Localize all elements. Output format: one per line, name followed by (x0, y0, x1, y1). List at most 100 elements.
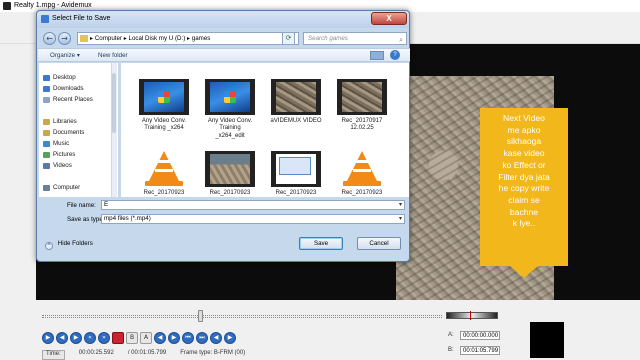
marker-a-icon[interactable] (112, 332, 124, 344)
dialog-fields: File name: E ▾ Save as type: mp4 files (… (39, 199, 407, 229)
vlc-icon (139, 151, 189, 187)
forward-arrow-icon[interactable]: → (58, 32, 71, 45)
file-name-line: 12.02.25 (350, 125, 374, 132)
save-type-select[interactable]: mp4 files (*.mp4) ▾ (101, 214, 405, 224)
bottom-panel: ▶ ◀ ▶ « » B A ◀ ▶ ⏮ ⏭ ◀ ▶ Time: 00:00:25… (36, 300, 640, 360)
save-type-value: mp4 files (*.mp4) (104, 215, 151, 222)
save-type-label: Save as type: (67, 216, 105, 223)
nav-item[interactable]: Downloads (43, 84, 84, 94)
save-button[interactable]: Save (299, 237, 343, 250)
file-name-line: Training (219, 125, 241, 132)
file-name-line: Any Video Conv. (141, 118, 187, 124)
help-icon[interactable]: ? (390, 50, 400, 60)
transport-controls: ▶ ◀ ▶ « » B A ◀ ▶ ⏮ ⏭ ◀ ▶ (42, 332, 236, 346)
hide-folders-toggle[interactable]: ^ Hide Folders (45, 240, 93, 250)
video-thumbnail (271, 151, 321, 187)
file-name-label: File name: (67, 202, 96, 209)
file-item[interactable]: Rec_2017092311.38.18 (133, 151, 195, 197)
file-item[interactable]: Any Video Conv. Training _x264 (133, 79, 195, 133)
close-button[interactable]: X (371, 12, 407, 25)
goto-a-icon[interactable]: ◀ (210, 332, 222, 344)
first-frame-icon[interactable]: ⏮ (182, 332, 194, 344)
play-icon[interactable]: ▶ (42, 332, 54, 344)
nav-item[interactable]: Videos (43, 161, 72, 171)
nav-item[interactable]: Pictures (43, 150, 76, 160)
refresh-icon[interactable]: ⟳ (282, 32, 295, 45)
folder-icon (43, 185, 50, 191)
current-time[interactable]: 00:00:25.592 (79, 350, 114, 360)
nav-item[interactable]: Documents (43, 128, 84, 138)
hide-folders-label: Hide Folders (57, 240, 93, 247)
file-name-line: Training _x264 (144, 125, 184, 132)
nav-item-label: Pictures (53, 151, 76, 158)
prev-black-icon[interactable]: ◀ (154, 332, 166, 344)
nav-scroll-thumb[interactable] (112, 73, 116, 133)
folder-icon (43, 141, 50, 147)
note-line: ko Effect or (502, 159, 546, 170)
app-title: Realty 1.mpg - Avidemux (14, 2, 92, 9)
cancel-button[interactable]: Cancel (357, 237, 401, 250)
note-line: me apko (507, 124, 541, 135)
rewind-icon[interactable]: ◀ (56, 332, 68, 344)
volume-slider[interactable] (446, 312, 498, 319)
folder-icon (43, 119, 50, 125)
file-name-input[interactable]: E ▾ (101, 200, 405, 210)
file-name-line: Rec_20170923 (275, 190, 317, 196)
marker-icon[interactable]: A (140, 332, 152, 344)
dialog-titlebar: Select File to Save X (37, 11, 409, 28)
next-keyframe-icon[interactable]: » (98, 332, 110, 344)
file-item[interactable]: aVIDEMUX VIDEO (265, 79, 327, 125)
nav-item-label: Music (53, 140, 70, 147)
next-black-icon[interactable]: ▶ (168, 332, 180, 344)
note-line: sikhaoga (506, 136, 542, 147)
video-thumbnail (139, 79, 189, 115)
nav-item[interactable]: Recent Places (43, 95, 93, 105)
nav-item[interactable]: Libraries (43, 117, 77, 127)
address-input[interactable]: ▸ Computer ▸ Local Disk my U (D:) ▸ game… (77, 32, 299, 45)
back-arrow-icon[interactable]: ← (43, 32, 56, 45)
note-pointer (510, 266, 538, 278)
folder-icon (80, 35, 88, 42)
marker-b-icon[interactable]: B (126, 332, 138, 344)
nav-item[interactable]: Computer (43, 183, 81, 193)
note-line: bachne (509, 206, 539, 217)
seek-handle[interactable] (198, 310, 203, 322)
nav-item[interactable]: Music (43, 139, 70, 149)
nav-item-label: Desktop (53, 74, 76, 81)
file-item[interactable]: Rec_2017092312.40.41 (331, 151, 393, 197)
goto-b-icon[interactable]: ▶ (224, 332, 236, 344)
file-item[interactable]: Rec_20170917 12.02.25 (331, 79, 393, 133)
video-thumbnail (271, 79, 321, 115)
vlc-icon (337, 151, 387, 187)
file-name-line: Rec_20170923 (143, 190, 185, 196)
preview-box (530, 322, 564, 358)
organize-button[interactable]: Organize ▾ (50, 50, 80, 62)
search-input[interactable]: Search games ⌕ (303, 32, 407, 45)
note-box: Next Video me apko sikhaoga kase video ko Ef… (480, 108, 568, 266)
folder-icon (43, 130, 50, 136)
chevron-down-icon[interactable]: ▾ (399, 215, 402, 223)
file-name-line: Rec_20170923 (209, 190, 251, 196)
file-item[interactable]: Rec_2017092312.01.35 (265, 151, 327, 197)
note-line: kase video (503, 148, 545, 159)
prev-keyframe-icon[interactable]: « (84, 332, 96, 344)
view-options-icon[interactable] (370, 51, 384, 60)
folder-icon (43, 86, 50, 92)
seek-bar[interactable] (42, 315, 442, 318)
new-folder-button[interactable]: New folder (98, 50, 128, 62)
file-name-line: _x264_edit (215, 132, 245, 139)
forward-icon[interactable]: ▶ (70, 332, 82, 344)
nav-item[interactable]: Desktop (43, 73, 76, 83)
chevron-down-icon[interactable]: ▾ (399, 201, 402, 209)
save-file-dialog: Select File to Save X ← → ▸ Computer ▸ L… (36, 10, 410, 262)
file-item[interactable]: Any Video Conv. Training _x264_edit (199, 79, 261, 140)
last-frame-icon[interactable]: ⏭ (196, 332, 208, 344)
file-item[interactable]: Rec_2017092312.00.13 (199, 151, 261, 197)
folder-icon (43, 75, 50, 81)
avidemux-icon (3, 2, 11, 10)
note-line: Next Video (503, 113, 545, 123)
nav-item-label: Libraries (53, 118, 77, 125)
nav-item-label: Computer (53, 184, 81, 191)
file-name-line: Rec_20170917 (341, 118, 383, 124)
nav-item-label: Videos (53, 162, 72, 169)
